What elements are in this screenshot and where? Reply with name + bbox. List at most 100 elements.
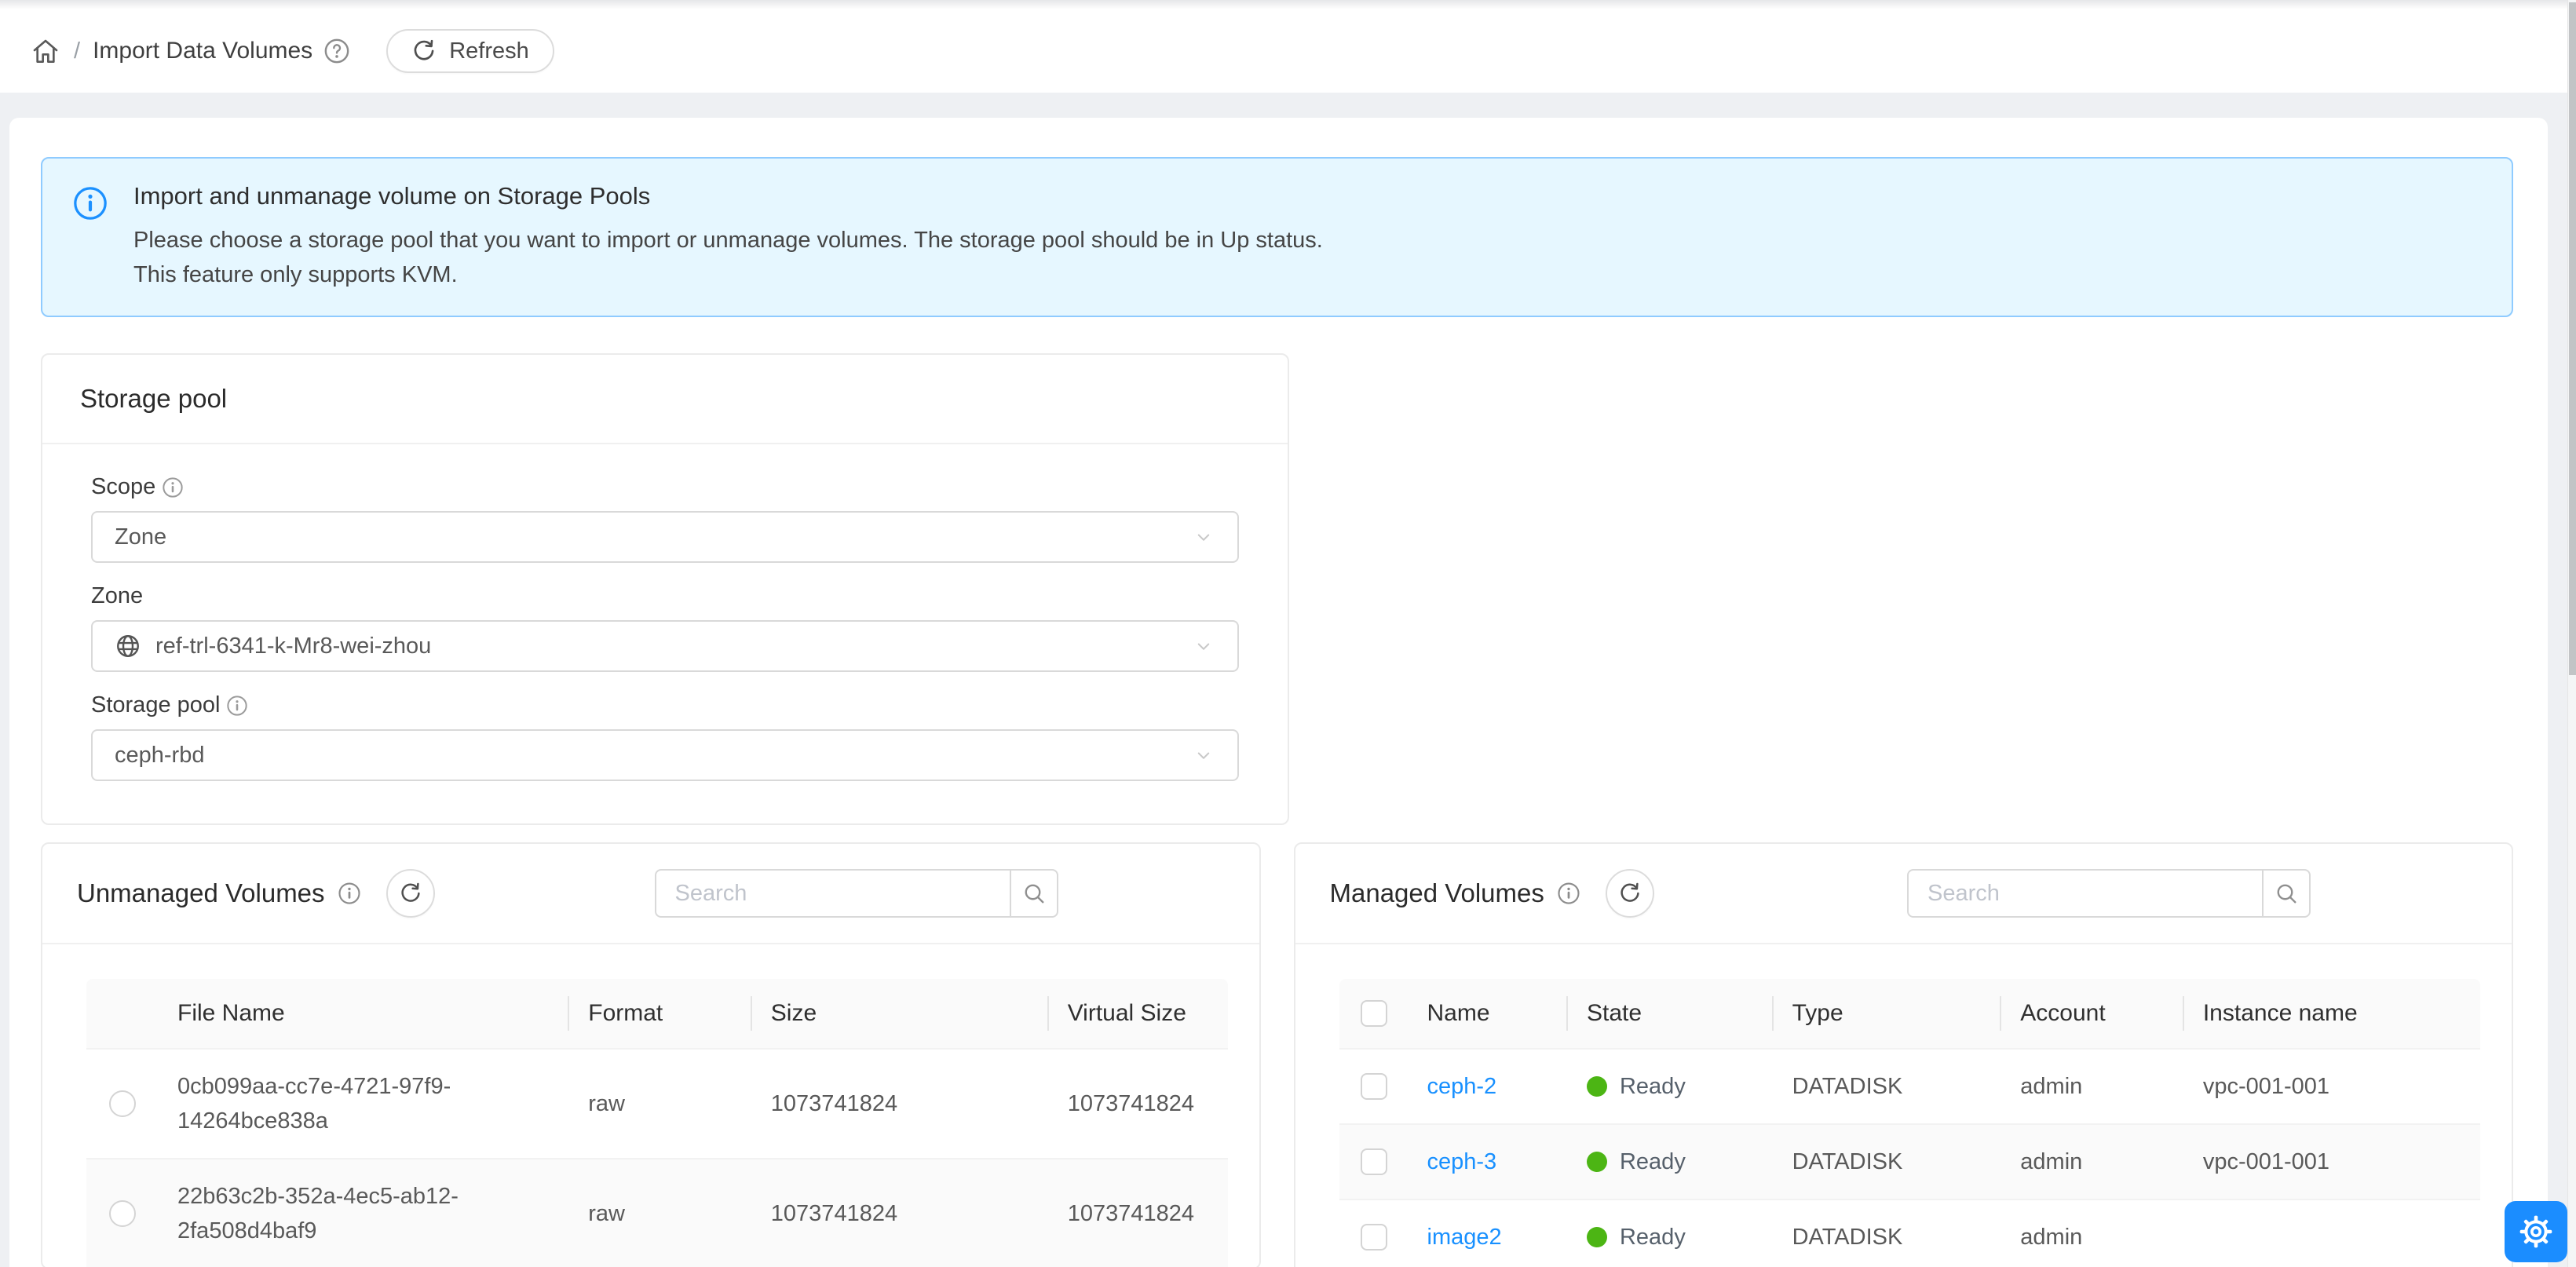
storage-pool-card: Storage pool Scope Zone Zone xyxy=(41,353,1289,825)
scope-select[interactable]: Zone xyxy=(91,511,1239,563)
managed-card-header: Managed Volumes xyxy=(1295,844,2512,944)
search-icon xyxy=(2275,882,2298,905)
unmanaged-refresh-button[interactable] xyxy=(386,869,435,918)
radio-button[interactable] xyxy=(109,1090,136,1117)
info-circle-icon xyxy=(72,185,108,221)
alert-description-line2: This feature only supports KVM. xyxy=(133,257,1323,292)
column-header-file-name: File Name xyxy=(159,1000,569,1027)
globe-icon xyxy=(115,633,141,659)
managed-table: Name State Type Account Instance name ce… xyxy=(1339,979,2481,1267)
zone-select-value: ref-trl-6341-k-Mr8-wei-zhou xyxy=(155,634,1178,659)
volume-name-link[interactable]: ceph-2 xyxy=(1427,1074,1497,1099)
pool-label: Storage pool xyxy=(91,692,220,718)
size-cell: 1073741824 xyxy=(752,1196,1049,1231)
scope-label-row: Scope xyxy=(91,474,1239,500)
column-header-format: Format xyxy=(569,1000,752,1027)
unmanaged-volumes-card: Unmanaged Volumes xyxy=(41,842,1261,1267)
zone-select[interactable]: ref-trl-6341-k-Mr8-wei-zhou xyxy=(91,620,1239,672)
managed-search-group xyxy=(1907,869,2311,918)
unmanaged-card-header: Unmanaged Volumes xyxy=(42,844,1259,944)
storage-pool-card-title: Storage pool xyxy=(80,384,227,414)
table-row[interactable]: ceph-3 Ready DATADISK admin vpc-001-001 xyxy=(1339,1123,2481,1199)
reload-icon xyxy=(399,882,422,905)
row-checkbox[interactable] xyxy=(1361,1224,1387,1251)
managed-search-input[interactable] xyxy=(1907,869,2262,918)
top-shadow-strip xyxy=(0,0,2576,9)
info-alert: Import and unmanage volume on Storage Po… xyxy=(41,157,2513,317)
pool-select-value: ceph-rbd xyxy=(115,743,1178,769)
row-checkbox[interactable] xyxy=(1361,1073,1387,1100)
zone-label: Zone xyxy=(91,583,143,609)
storage-pool-form: Scope Zone Zone ref-trl-6341-k-Mr8-wei-z… xyxy=(42,444,1288,823)
managed-refresh-button[interactable] xyxy=(1606,869,1654,918)
column-header-size: Size xyxy=(752,1000,1049,1027)
managed-card-title: Managed Volumes xyxy=(1330,878,1544,908)
unmanaged-search-button[interactable] xyxy=(1010,869,1058,918)
pool-select[interactable]: ceph-rbd xyxy=(91,729,1239,781)
row-checkbox[interactable] xyxy=(1361,1148,1387,1175)
type-cell: DATADISK xyxy=(1774,1069,2002,1104)
status-dot-green xyxy=(1587,1227,1607,1247)
unmanaged-table-header: File Name Format Size Virtual Size xyxy=(86,979,1228,1048)
scope-select-value: Zone xyxy=(115,524,1178,550)
virtual-size-cell: 1073741824 xyxy=(1049,1086,1228,1121)
unmanaged-search-input[interactable] xyxy=(655,869,1010,918)
column-header-instance-name: Instance name xyxy=(2184,1000,2480,1027)
managed-table-header: Name State Type Account Instance name xyxy=(1339,979,2481,1048)
info-alert-body: Import and unmanage volume on Storage Po… xyxy=(133,182,1323,292)
search-icon xyxy=(1022,882,1046,905)
status-dot-green xyxy=(1587,1152,1607,1172)
pool-info-icon[interactable] xyxy=(226,695,248,717)
scrollbar-thumb[interactable] xyxy=(2569,2,2576,675)
table-row[interactable]: ceph-2 Ready DATADISK admin vpc-001-001 xyxy=(1339,1048,2481,1123)
gear-icon xyxy=(2518,1214,2554,1250)
pool-label-row: Storage pool xyxy=(91,692,1239,718)
instance-name-cell: vpc-001-001 xyxy=(2184,1145,2480,1179)
column-header-state: State xyxy=(1568,1000,1774,1027)
page-title: Import Data Volumes xyxy=(93,38,312,64)
column-header-virtual-size: Virtual Size xyxy=(1049,1000,1228,1027)
scope-label: Scope xyxy=(91,474,155,500)
home-icon[interactable] xyxy=(30,35,61,67)
file-name-cell: 0cb099aa-cc7e-4721-97f9-14264bce838a xyxy=(177,1074,451,1134)
state-cell: Ready xyxy=(1620,1220,1686,1254)
refresh-button[interactable]: Refresh xyxy=(386,29,554,73)
unmanaged-table-wrapper: File Name Format Size Virtual Size 0cb09… xyxy=(42,944,1259,1267)
settings-fab-button[interactable] xyxy=(2505,1201,2567,1262)
table-row[interactable]: 0cb099aa-cc7e-4721-97f9-14264bce838a raw… xyxy=(86,1048,1228,1158)
state-cell: Ready xyxy=(1620,1145,1686,1179)
unmanaged-card-title: Unmanaged Volumes xyxy=(77,878,325,908)
format-cell: raw xyxy=(569,1086,752,1121)
content-panel: Import and unmanage volume on Storage Po… xyxy=(9,118,2548,1267)
virtual-size-cell: 1073741824 xyxy=(1049,1196,1228,1231)
radio-button[interactable] xyxy=(109,1200,136,1227)
column-header-name: Name xyxy=(1409,1000,1568,1027)
account-cell: admin xyxy=(2001,1220,2184,1254)
table-row[interactable]: image2 Ready DATADISK admin xyxy=(1339,1199,2481,1267)
unmanaged-table: File Name Format Size Virtual Size 0cb09… xyxy=(86,979,1228,1267)
type-cell: DATADISK xyxy=(1774,1220,2002,1254)
volume-name-link[interactable]: ceph-3 xyxy=(1427,1149,1497,1174)
instance-name-cell: vpc-001-001 xyxy=(2184,1069,2480,1104)
unmanaged-search-group xyxy=(655,869,1058,918)
refresh-button-label: Refresh xyxy=(449,38,529,64)
managed-info-icon[interactable] xyxy=(1557,882,1580,905)
managed-search-button[interactable] xyxy=(2262,869,2311,918)
scope-info-icon[interactable] xyxy=(162,476,184,498)
status-dot-green xyxy=(1587,1076,1607,1097)
file-name-cell: 22b63c2b-352a-4ec5-ab12-2fa508d4baf9 xyxy=(177,1184,459,1243)
storage-pool-card-header: Storage pool xyxy=(42,355,1288,444)
column-header-type: Type xyxy=(1774,1000,2002,1027)
size-cell: 1073741824 xyxy=(752,1086,1049,1121)
chevron-down-icon xyxy=(1192,525,1215,549)
managed-volumes-card: Managed Volumes xyxy=(1294,842,2514,1267)
scrollbar[interactable] xyxy=(2567,0,2576,1267)
select-all-checkbox[interactable] xyxy=(1361,1000,1387,1027)
volume-name-link[interactable]: image2 xyxy=(1427,1225,1502,1250)
table-row[interactable]: 22b63c2b-352a-4ec5-ab12-2fa508d4baf9 raw… xyxy=(86,1158,1228,1267)
breadcrumb-separator: / xyxy=(74,38,80,64)
help-icon[interactable] xyxy=(323,38,350,64)
unmanaged-info-icon[interactable] xyxy=(338,882,361,905)
chevron-down-icon xyxy=(1192,634,1215,658)
column-header-account: Account xyxy=(2001,1000,2184,1027)
